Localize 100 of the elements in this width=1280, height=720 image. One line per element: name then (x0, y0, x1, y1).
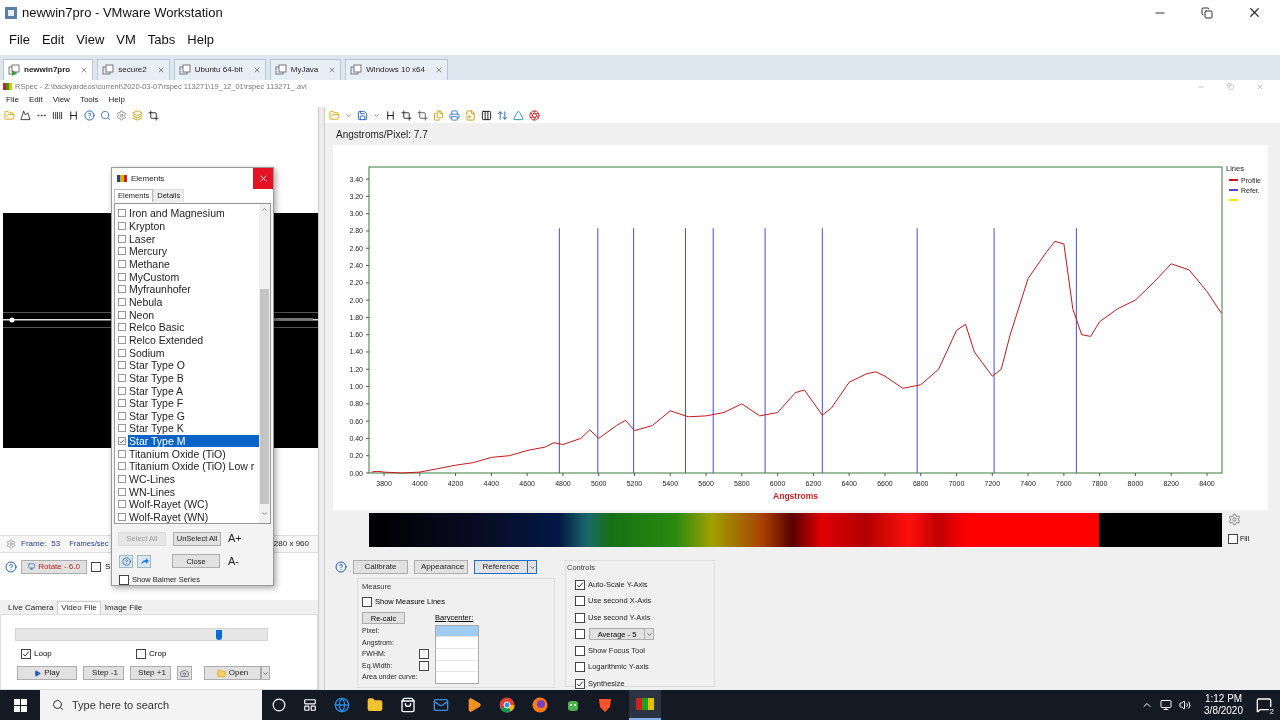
close-button[interactable] (253, 168, 273, 189)
tab[interactable]: Video File (57, 601, 101, 614)
triangle-icon[interactable] (513, 109, 524, 121)
open-button[interactable]: Open (204, 666, 261, 680)
import-icon[interactable] (465, 109, 476, 121)
list-item[interactable]: Star Type K (128, 422, 185, 435)
list-item[interactable]: WC-Lines (128, 473, 177, 486)
list-item[interactable]: Laser (128, 232, 157, 245)
copy-icon[interactable] (433, 109, 444, 121)
list-item[interactable]: Titanium Oxide (TiO) Low r (128, 460, 256, 473)
checkbox[interactable] (21, 649, 31, 659)
checkbox[interactable] (419, 660, 429, 671)
font-smaller-button[interactable]: A- (228, 552, 239, 570)
toolbar-button[interactable]: Calibrate (353, 560, 408, 574)
vm-tab[interactable]: MyJava (269, 59, 342, 80)
list-checkbox[interactable] (118, 411, 126, 420)
vm-tab[interactable]: secure2 (97, 59, 170, 80)
step-back-button[interactable]: Step -1 (83, 666, 124, 680)
vm-tab[interactable]: Windows 10 x64 (345, 59, 448, 80)
checkbox[interactable] (91, 561, 101, 572)
list-checkbox[interactable] (118, 399, 126, 408)
close-icon[interactable] (1247, 5, 1262, 20)
list-checkbox[interactable] (118, 449, 126, 458)
list-item[interactable]: Methane (128, 257, 171, 270)
settings-icon[interactable] (6, 539, 16, 549)
close-tab-icon[interactable] (328, 66, 337, 74)
folder-icon[interactable] (367, 697, 383, 713)
list-checkbox[interactable] (118, 259, 126, 268)
menu-item[interactable]: Tabs (147, 30, 176, 50)
list-item[interactable]: Myfraunhofer (128, 283, 192, 296)
list-checkbox[interactable] (118, 297, 126, 306)
camera-button[interactable] (177, 666, 192, 680)
list-checkbox[interactable] (118, 323, 126, 332)
list-item[interactable]: Star Type G (128, 409, 186, 422)
open-folder-icon[interactable] (329, 109, 340, 121)
bag-icon[interactable] (400, 697, 416, 713)
clock-time[interactable]: 1:12 PM (1204, 693, 1243, 705)
menu-item[interactable]: File (9, 30, 30, 50)
area-chart-icon[interactable] (20, 109, 31, 121)
help-icon[interactable] (5, 560, 17, 573)
caret-icon[interactable] (373, 111, 380, 119)
list-checkbox[interactable] (118, 513, 126, 522)
search-input[interactable]: Type here to search (72, 696, 252, 714)
checkbox[interactable] (362, 596, 372, 607)
menu-item[interactable]: Edit (41, 30, 65, 50)
save-icon[interactable] (357, 109, 368, 121)
menu-item[interactable]: View (76, 30, 105, 50)
restore-icon[interactable] (1201, 6, 1213, 19)
rotate-button[interactable]: Rotate - 6.0 (21, 559, 87, 574)
crop-icon[interactable] (148, 109, 159, 121)
list-checkbox[interactable] (118, 462, 126, 471)
list-item[interactable]: Relco Extended (128, 333, 205, 346)
heading-icon[interactable] (68, 109, 79, 121)
checkbox[interactable] (575, 596, 585, 606)
volume-icon[interactable] (1179, 699, 1192, 711)
menu-item[interactable]: File (6, 94, 19, 106)
list-item[interactable]: Iron and Magnesium (128, 207, 226, 220)
close-tab-icon[interactable] (156, 66, 165, 74)
menu-item[interactable]: Edit (28, 94, 43, 106)
search-field[interactable]: Type here to search (40, 690, 262, 720)
list-checkbox[interactable] (118, 386, 126, 395)
list-item[interactable]: Nebula (128, 295, 164, 308)
circle-icon[interactable] (272, 698, 286, 712)
network-icon[interactable] (1160, 699, 1173, 711)
list-checkbox[interactable] (118, 373, 126, 382)
globe-icon[interactable] (334, 697, 350, 713)
list-checkbox[interactable] (118, 361, 126, 370)
list-checkbox[interactable] (118, 272, 126, 281)
toolbar-button[interactable]: Appearance (414, 560, 468, 574)
list-item[interactable]: Krypton (128, 220, 167, 232)
search-icon[interactable] (100, 109, 111, 121)
list-checkbox[interactable] (118, 487, 126, 496)
checkbox[interactable] (575, 612, 585, 623)
list-item[interactable]: Wolf-Rayet (WC) (128, 498, 210, 511)
play-icon[interactable] (466, 697, 482, 713)
scrollbar-thumb[interactable] (260, 289, 269, 504)
color-wheel-icon[interactable] (529, 109, 540, 121)
close-tab-icon[interactable] (80, 66, 89, 74)
chrome-icon[interactable] (499, 697, 515, 713)
columns-icon[interactable] (481, 109, 492, 121)
vm-tab[interactable]: newwin7pro (3, 59, 94, 80)
menu-item[interactable]: View (52, 94, 70, 106)
settings-icon[interactable] (116, 109, 127, 121)
scroll-down-icon[interactable] (261, 510, 268, 517)
menu-item[interactable]: Tools (79, 94, 99, 106)
vm-tab[interactable]: Ubuntu 64-bit (173, 59, 266, 80)
list-checkbox[interactable] (118, 209, 126, 218)
list-item[interactable]: WN-Lines (128, 485, 177, 498)
menu-item[interactable]: VM (116, 30, 136, 50)
checkbox[interactable] (136, 649, 146, 659)
dropdown-button[interactable] (645, 628, 654, 640)
scrollbar[interactable] (259, 204, 270, 524)
checkbox[interactable] (119, 575, 129, 586)
font-larger-button[interactable]: A+ (228, 530, 242, 547)
list-row[interactable] (436, 625, 478, 637)
caret-icon[interactable] (345, 111, 352, 119)
checkbox[interactable] (575, 645, 585, 656)
rspec-taskbar-button[interactable] (629, 690, 661, 720)
help-icon[interactable] (335, 561, 347, 573)
list-checkbox[interactable] (118, 475, 126, 484)
